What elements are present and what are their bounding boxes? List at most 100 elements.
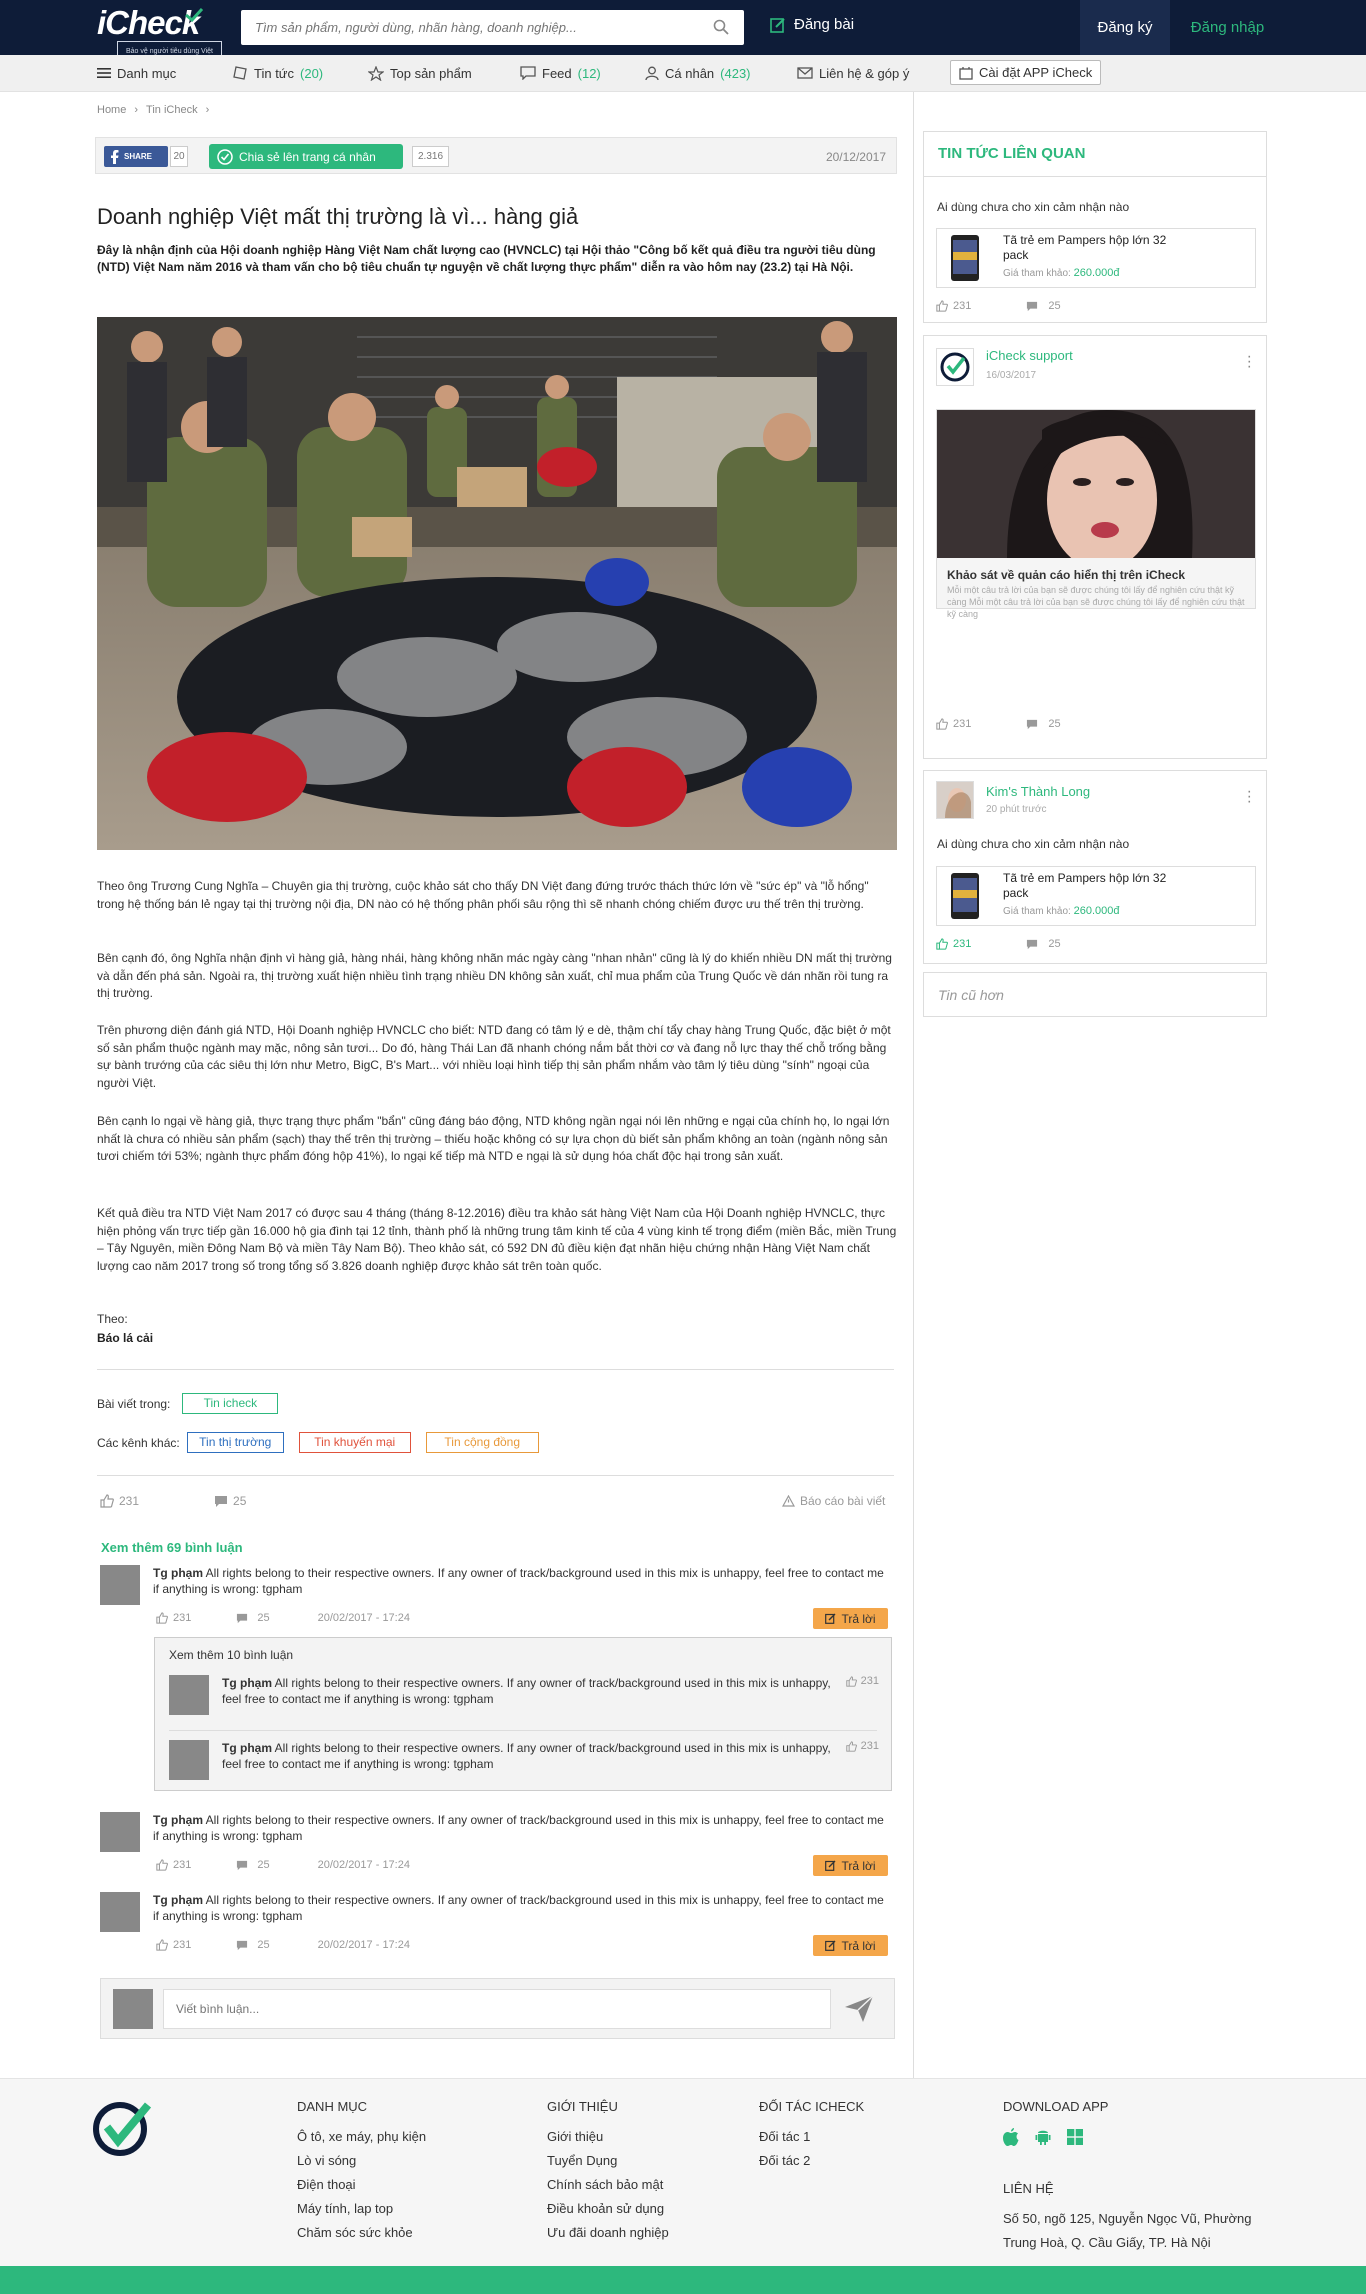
tag-tin-cong-dong[interactable]: Tin cộng đồng (425, 1432, 539, 1453)
like-icon[interactable] (100, 1494, 114, 1508)
more-options-icon[interactable]: · · · (1247, 784, 1252, 810)
footer-link[interactable]: Tuyển Dụng (547, 2149, 669, 2173)
footer-link[interactable]: Lò vi sóng (297, 2149, 426, 2173)
nav-news[interactable]: Tin tức (20) (233, 55, 323, 91)
comment-icon[interactable] (236, 1940, 248, 1951)
survey-card[interactable]: Khảo sát về quản cáo hiển thị trên iChec… (936, 409, 1256, 619)
comment-icon[interactable] (214, 1495, 228, 1508)
comment-author[interactable]: Tg phạm (222, 1676, 272, 1690)
comment-author[interactable]: Tg phạm (153, 1813, 203, 1827)
reply-button[interactable]: Trả lời (813, 1855, 888, 1876)
footer-link[interactable]: Đối tác 2 (759, 2149, 864, 2173)
sub-comment-likes[interactable]: 231 (845, 1740, 879, 1752)
register-button[interactable]: Đăng ký (1080, 0, 1170, 55)
poster-name[interactable]: Kim's Thành Long (986, 784, 1090, 799)
post-question[interactable]: Ai dùng chưa cho xin cảm nhận nào (937, 837, 1129, 851)
footer-link[interactable]: Máy tính, lap top (297, 2197, 426, 2221)
post-question[interactable]: Ai dùng chưa cho xin cảm nhận nào (937, 200, 1129, 214)
footer-link[interactable]: Giới thiệu (547, 2125, 669, 2149)
product-card[interactable]: Tã trẻ em Pampers hộp lớn 32 pack Giá th… (936, 866, 1256, 926)
footer-link[interactable]: Ô tô, xe máy, phụ kiện (297, 2125, 426, 2149)
tag-tin-thi-truong[interactable]: Tin thị trường (186, 1432, 284, 1453)
more-options-icon[interactable]: · · · (1247, 349, 1252, 375)
load-more-comments-link[interactable]: Xem thêm 69 bình luận (101, 1540, 243, 1555)
tag-tin-icheck[interactable]: Tin icheck (182, 1393, 279, 1414)
like-icon (845, 1675, 857, 1687)
avatar[interactable] (100, 1565, 140, 1605)
poster-name[interactable]: iCheck support (986, 348, 1073, 363)
comment-icon[interactable] (1026, 719, 1038, 730)
nav-personal[interactable]: Cá nhân (423) (645, 55, 751, 91)
reply-button[interactable]: Trả lời (813, 1608, 888, 1629)
search-input[interactable] (241, 10, 696, 45)
post-button[interactable]: Đăng bài (770, 16, 854, 33)
report-article-button[interactable]: Báo cáo bài viết (782, 1494, 885, 1508)
footer-link[interactable]: Ưu đãi doanh nghiệp (547, 2221, 669, 2245)
reply-button[interactable]: Trả lời (813, 1935, 888, 1956)
product-card[interactable]: Tã trẻ em Pampers hộp lớn 32 pack Giá th… (936, 228, 1256, 288)
footer-link[interactable]: Đối tác 1 (759, 2125, 864, 2149)
post-stats: 231 25 (936, 938, 1061, 950)
breadcrumb: Home › Tin iCheck › (97, 104, 209, 116)
like-icon[interactable] (936, 718, 948, 730)
footer-link[interactable]: Điện thoại (297, 2173, 426, 2197)
comment-icon[interactable] (1026, 301, 1038, 312)
avatar[interactable] (100, 1812, 140, 1852)
windows-icon[interactable] (1067, 2129, 1083, 2145)
product-price: Giá tham khảo: 260.000đ (1003, 905, 1120, 917)
article-paragraph: Kết quả điều tra NTD Việt Nam 2017 có đư… (97, 1206, 897, 1273)
footer-logo-icon[interactable] (90, 2097, 156, 2157)
footer-download: DOWNLOAD APP LIÊN HỆ Số 50, ngõ 125, Ngu… (1003, 2095, 1283, 2255)
breadcrumb-tin-icheck[interactable]: Tin iCheck (146, 104, 198, 116)
mail-icon (797, 67, 813, 79)
login-button[interactable]: Đăng nhập (1170, 0, 1285, 55)
search-box (241, 10, 744, 45)
send-icon[interactable] (844, 1995, 874, 2023)
android-icon[interactable] (1035, 2128, 1051, 2146)
like-icon[interactable] (156, 1859, 168, 1871)
comment-icon[interactable] (1026, 939, 1038, 950)
avatar[interactable] (169, 1740, 209, 1780)
older-news-button[interactable]: Tin cũ hơn (923, 972, 1267, 1017)
footer-link[interactable]: Điều khoản sử dụng (547, 2197, 669, 2221)
article-stats: 231 25 (100, 1494, 246, 1508)
avatar[interactable] (100, 1892, 140, 1932)
icheck-logo-icon (940, 352, 970, 382)
comment-date: 20/02/2017 - 17:24 (317, 1939, 410, 1951)
like-icon[interactable] (156, 1612, 168, 1624)
tag-tin-khuyen-mai[interactable]: Tin khuyến mại (298, 1432, 411, 1453)
search-icon[interactable] (713, 19, 729, 35)
nav-install-app[interactable]: Cài đặt APP iCheck (950, 60, 1102, 85)
footer-link[interactable]: Chăm sóc sức khỏe (297, 2221, 426, 2245)
footer-heading: GIỚI THIỆU (547, 2099, 618, 2114)
sub-comment-likes[interactable]: 231 (845, 1675, 879, 1687)
apple-icon[interactable] (1003, 2128, 1019, 2146)
comment-author[interactable]: Tg phạm (222, 1741, 272, 1755)
like-icon[interactable] (156, 1939, 168, 1951)
comment-icon[interactable] (236, 1860, 248, 1871)
nav-top-products[interactable]: Top sản phẩm (368, 55, 472, 91)
nav-feed[interactable]: Feed (12) (520, 55, 601, 91)
avatar[interactable] (936, 781, 974, 819)
user-icon (645, 66, 659, 80)
comment-author[interactable]: Tg phạm (153, 1566, 203, 1580)
footer-link[interactable]: Chính sách bảo mật (547, 2173, 669, 2197)
icheck-logo[interactable]: iCheck Bảo vệ người tiêu dùng Việt (97, 6, 222, 62)
comment-author[interactable]: Tg phạm (153, 1893, 203, 1907)
comment-icon[interactable] (236, 1613, 248, 1624)
like-icon[interactable] (936, 938, 948, 950)
app-icon (959, 66, 973, 80)
comment-meta: 231 25 20/02/2017 - 17:24 (156, 1612, 410, 1624)
avatar[interactable] (936, 348, 974, 386)
breadcrumb-home[interactable]: Home (97, 104, 126, 116)
avatar[interactable] (169, 1675, 209, 1715)
share-to-profile-button[interactable]: Chia sẻ lên trang cá nhân (209, 144, 403, 169)
edit-icon (825, 1940, 836, 1951)
nav-menu[interactable]: Danh mục (97, 55, 176, 91)
like-icon[interactable] (936, 300, 948, 312)
load-more-replies-link[interactable]: Xem thêm 10 bình luận (169, 1648, 293, 1662)
nav-contact[interactable]: Liên hệ & góp ý (797, 55, 909, 91)
source-name[interactable]: Báo lá cải (97, 1331, 153, 1345)
comment-input[interactable] (163, 1989, 831, 2029)
facebook-share-button[interactable]: SHARE (104, 146, 168, 167)
